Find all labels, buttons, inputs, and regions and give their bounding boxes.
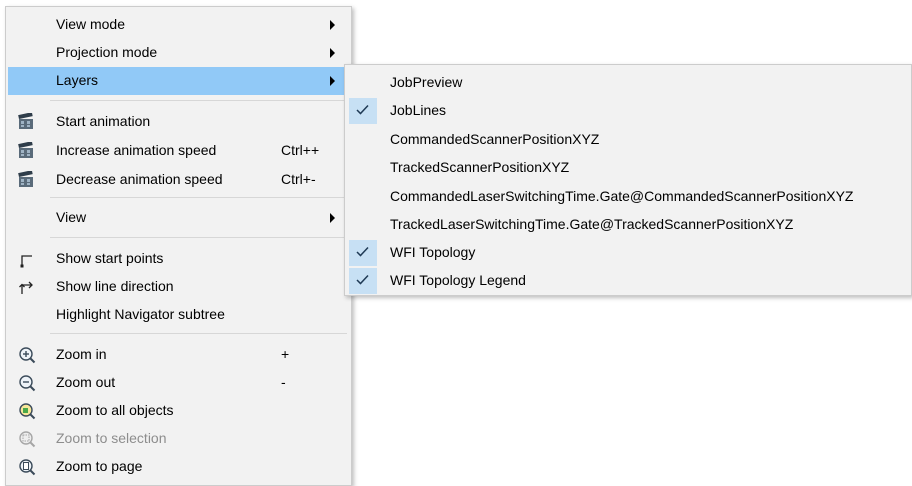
menu-separator [50,333,347,334]
menu-item-increase-animation-speed[interactable]: Increase animation speed Ctrl++ [8,137,349,165]
menu-item-projection-mode[interactable]: Projection mode [8,39,349,67]
submenu-arrow-icon [330,213,335,223]
menu-item-label: Layers [56,72,99,88]
layer-item-label: JobLines [390,102,447,118]
menu-item-label: Start animation [56,113,151,129]
layer-item-label: CommandedLaserSwitchingTime.Gate@Command… [390,188,854,204]
menu-item-decrease-animation-speed[interactable]: Decrease animation speed Ctrl+- [8,166,349,194]
menu-item-label: View [56,209,87,225]
menu-item-shortcut: Ctrl+- [281,171,316,187]
menu-item-label: View mode [56,16,126,32]
menu-item-label: Increase animation speed [56,142,217,158]
layers-submenu: JobPreview JobLines CommandedScannerPosi… [344,64,912,296]
submenu-arrow-icon [330,20,335,30]
menu-item-label: Zoom to all objects [56,402,174,418]
menu-item-label: Zoom to page [56,458,143,474]
menu-item-zoom-to-selection[interactable]: Zoom to selection [8,425,349,453]
menu-item-highlight-navigator-subtree[interactable]: Highlight Navigator subtree [8,301,349,329]
menu-item-zoom-out[interactable]: Zoom out - [8,369,349,397]
menu-item-zoom-to-all-objects[interactable]: Zoom to all objects [8,397,349,425]
layer-item-label: TrackedLaserSwitchingTime.Gate@TrackedSc… [390,216,794,232]
layer-item-jobpreview[interactable]: JobPreview [347,69,909,97]
layer-item-label: WFI Topology [390,244,476,260]
menu-item-zoom-in[interactable]: Zoom in + [8,341,349,369]
menu-item-view-mode[interactable]: View mode [8,11,349,39]
layer-item-wfi-topology[interactable]: WFI Topology [347,239,909,267]
layer-item-joblines[interactable]: JobLines [347,97,909,125]
layer-item-commanded-laser-switching-time[interactable]: CommandedLaserSwitchingTime.Gate@Command… [347,183,909,211]
menu-item-layers[interactable]: Layers [8,67,349,95]
line-direction-icon [18,278,36,296]
checkmark-icon [349,268,377,294]
menu-item-label: Zoom to selection [56,430,167,446]
menu-item-shortcut: + [281,346,290,362]
menu-item-start-animation[interactable]: Start animation [8,108,349,136]
layer-item-wfi-topology-legend[interactable]: WFI Topology Legend [347,267,909,295]
film-clapper-icon [18,141,36,160]
menu-item-label: Show start points [56,250,164,266]
zoom-selection-icon [18,430,36,448]
submenu-arrow-icon [330,48,335,58]
layer-item-label: WFI Topology Legend [390,272,526,288]
menu-item-label: Show line direction [56,278,174,294]
menu-item-shortcut: Ctrl++ [281,142,320,158]
menu-item-label: Highlight Navigator subtree [56,306,225,322]
menu-item-zoom-to-page[interactable]: Zoom to page [8,453,349,481]
context-menu: View mode Projection mode Layers Start a… [5,6,352,486]
menu-item-label: Decrease animation speed [56,171,223,187]
menu-item-label: Zoom in [56,346,107,362]
zoom-page-icon [18,458,36,476]
menu-item-show-line-direction[interactable]: Show line direction [8,273,349,301]
menu-item-shortcut: - [281,374,286,390]
layer-item-label: JobPreview [390,74,463,90]
zoom-in-icon [18,346,36,364]
menu-separator [50,197,347,198]
layer-item-commanded-scanner-position[interactable]: CommandedScannerPositionXYZ [347,126,909,154]
layer-item-label: TrackedScannerPositionXYZ [390,159,570,175]
zoom-out-icon [18,374,36,392]
film-clapper-icon [18,170,36,189]
checkmark-icon [349,240,377,266]
layer-item-label: CommandedScannerPositionXYZ [390,131,600,147]
film-clapper-icon [18,112,36,131]
menu-item-label: Zoom out [56,374,116,390]
menu-separator [50,100,347,101]
layer-item-tracked-scanner-position[interactable]: TrackedScannerPositionXYZ [347,154,909,182]
menu-item-show-start-points[interactable]: Show start points [8,245,349,273]
menu-separator [50,237,347,238]
menu-item-view[interactable]: View [8,204,349,232]
submenu-arrow-icon [330,76,335,86]
zoom-all-icon [18,402,36,420]
menu-item-label: Projection mode [56,44,158,60]
layer-item-tracked-laser-switching-time[interactable]: TrackedLaserSwitchingTime.Gate@TrackedSc… [347,211,909,239]
start-point-icon [18,250,36,268]
checkmark-icon [349,98,377,124]
